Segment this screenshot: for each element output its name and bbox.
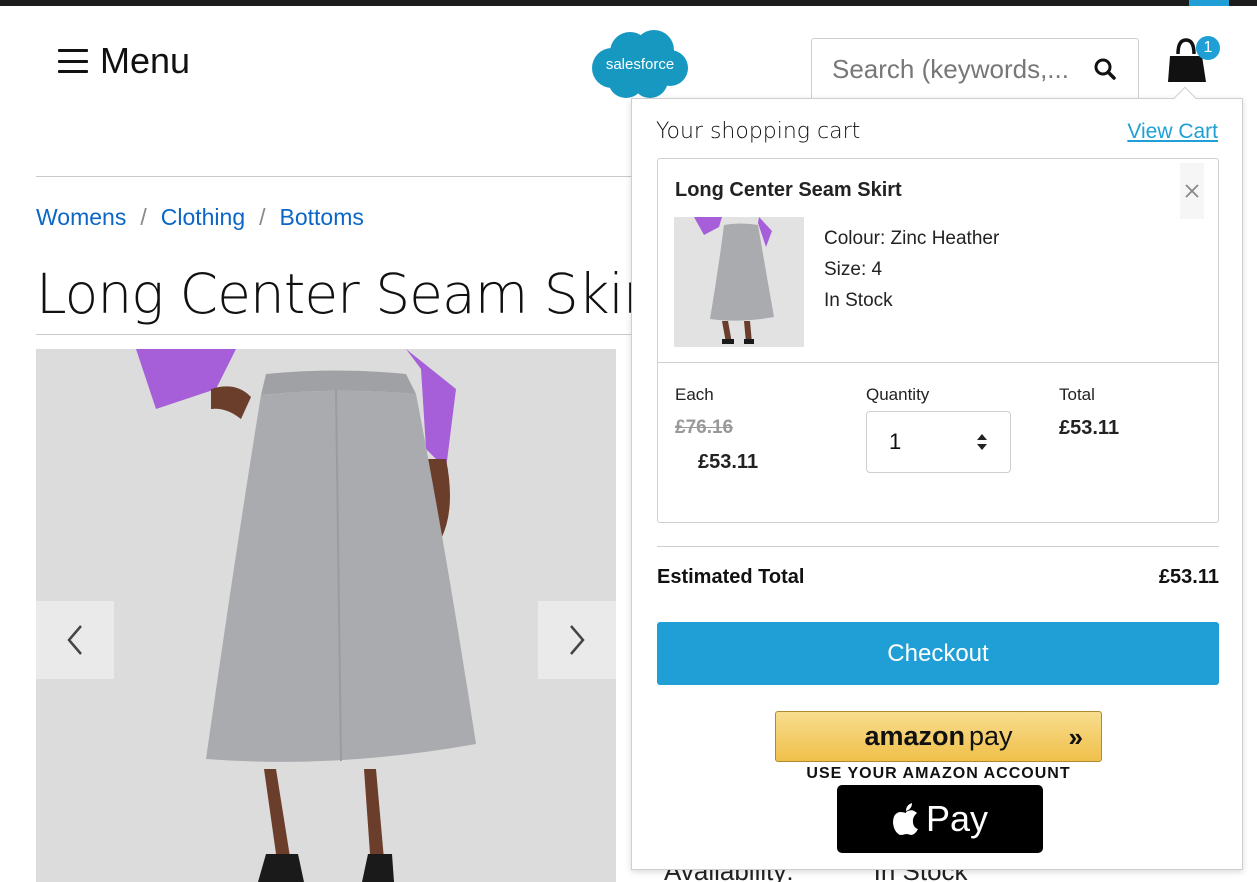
breadcrumb-bottoms[interactable]: Bottoms <box>280 204 364 231</box>
line-item-name: Long Center Seam Skirt <box>675 179 902 201</box>
header-divider <box>36 176 636 177</box>
product-title: Long Center Seam Skirt <box>36 262 666 326</box>
close-icon <box>1185 184 1199 198</box>
product-image-carousel[interactable] <box>36 349 616 882</box>
search-box[interactable] <box>811 38 1139 100</box>
apple-pay-label: Pay <box>925 798 989 839</box>
top-rule <box>0 0 1257 6</box>
amazon-pay-brand-light: pay <box>968 721 1013 751</box>
remove-item-button[interactable] <box>1180 163 1204 219</box>
minicart-title: Your shopping cart <box>656 119 861 144</box>
menu-label: Menu <box>100 40 191 81</box>
estimated-total-row: Estimated Total £53.11 <box>657 566 1219 589</box>
search-input[interactable] <box>832 53 1090 85</box>
carousel-next-button[interactable] <box>538 601 616 679</box>
summary-divider <box>657 546 1219 547</box>
cart-line-item: Long Center Seam Skirt Colour: Zinc Heat… <box>657 158 1219 523</box>
title-divider <box>36 334 636 335</box>
estimated-total-value: £53.11 <box>1158 566 1219 588</box>
breadcrumb-clothing[interactable]: Clothing <box>161 204 245 231</box>
popover-caret <box>1173 86 1197 110</box>
apple-logo-icon <box>892 803 918 835</box>
quantity-stepper[interactable]: 1 <box>866 411 1011 473</box>
each-label: Each <box>675 385 714 404</box>
line-item-size: Size: 4 <box>824 259 883 280</box>
sale-price: £53.11 <box>698 451 759 473</box>
hamburger-icon <box>58 49 88 73</box>
top-rule-accent <box>1189 0 1229 6</box>
line-item-divider <box>658 362 1218 363</box>
line-total: £53.11 <box>1059 417 1120 439</box>
original-price: £76.16 <box>675 417 734 438</box>
carousel-prev-button[interactable] <box>36 601 114 679</box>
view-cart-link[interactable]: View Cart <box>1127 120 1218 144</box>
stepper-icon <box>977 434 987 450</box>
line-item-colour: Colour: Zinc Heather <box>824 228 1000 249</box>
breadcrumb-womens[interactable]: Womens <box>36 204 126 231</box>
quantity-value: 1 <box>889 429 902 454</box>
estimated-total-label: Estimated Total <box>657 566 805 588</box>
menu-button[interactable]: Menu <box>58 40 190 82</box>
checkout-button[interactable]: Checkout <box>657 622 1219 685</box>
line-item-attributes: Colour: Zinc Heather Size: 4 In Stock <box>824 223 999 316</box>
amazon-pay-brand-bold: amazon <box>864 721 965 751</box>
amazon-pay-chevron-icon: » <box>1068 722 1083 752</box>
search-icon[interactable] <box>1090 54 1120 84</box>
line-item-stock: In Stock <box>824 290 893 311</box>
amazon-pay-subtitle: USE YOUR AMAZON ACCOUNT <box>806 765 1071 782</box>
total-label: Total <box>1059 385 1095 404</box>
breadcrumb-separator: / <box>140 204 147 230</box>
quantity-label: Quantity <box>866 385 930 404</box>
salesforce-logo[interactable]: salesforce <box>590 28 690 100</box>
amazon-pay-logo: amazon pay <box>864 721 1012 752</box>
minicart-button[interactable]: 1 <box>1166 34 1220 84</box>
product-image <box>36 349 616 882</box>
chevron-right-icon <box>570 625 585 655</box>
breadcrumb-separator: / <box>259 204 266 230</box>
breadcrumb: Womens / Clothing / Bottoms <box>36 204 364 231</box>
cart-count-badge: 1 <box>1196 36 1220 60</box>
logo-text: salesforce <box>606 56 674 73</box>
line-item-thumbnail <box>674 217 804 347</box>
apple-pay-button[interactable]: Pay <box>837 785 1043 853</box>
minicart-popover: Your shopping cart View Cart Long Center… <box>631 86 1243 870</box>
minicart-header: Your shopping cart View Cart <box>656 119 1218 144</box>
chevron-left-icon <box>67 625 82 655</box>
amazon-pay-button[interactable]: amazon pay » <box>775 711 1102 762</box>
